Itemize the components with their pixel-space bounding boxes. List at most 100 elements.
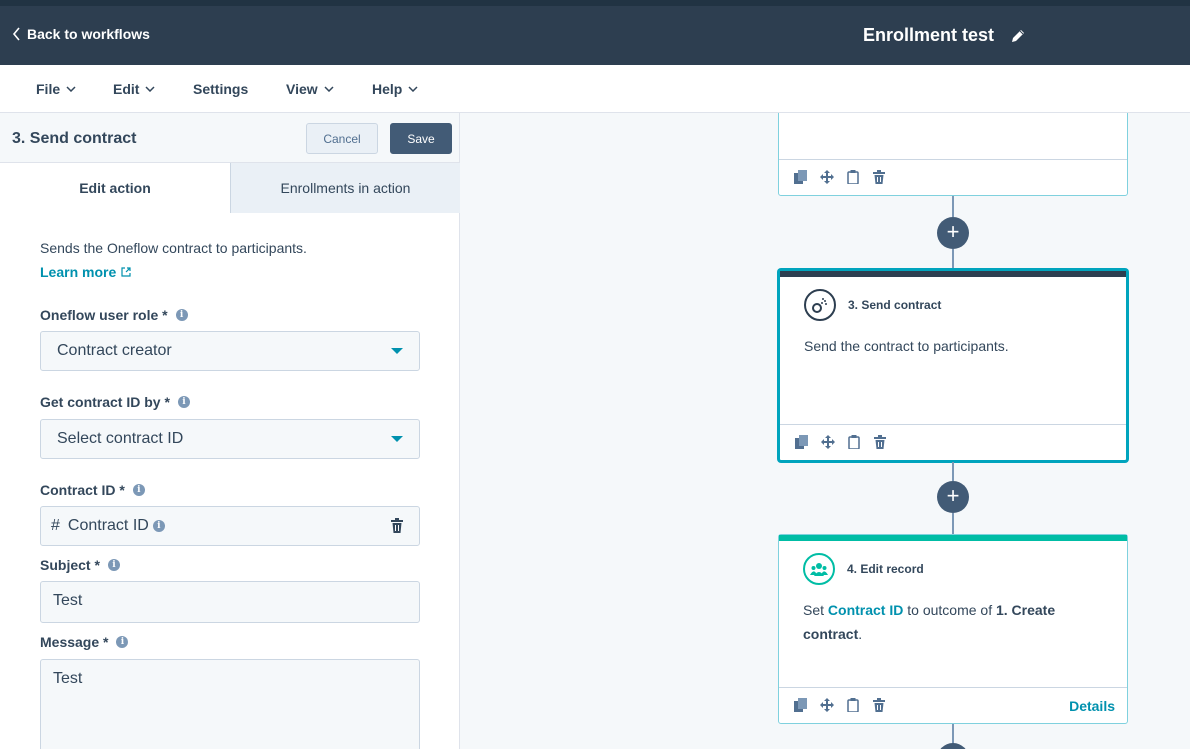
tab-edit-action[interactable]: Edit action	[0, 163, 230, 214]
menu-view[interactable]: View	[286, 81, 334, 97]
details-link[interactable]: Details	[1069, 698, 1115, 714]
info-icon[interactable]: i	[152, 520, 165, 532]
connector-line	[952, 249, 954, 269]
move-icon[interactable]	[820, 170, 834, 184]
clone-icon[interactable]	[794, 170, 808, 184]
chevron-down-icon	[66, 86, 76, 92]
connector-line	[952, 196, 954, 217]
card-description: Send the contract to participants.	[804, 338, 1009, 354]
user-role-label: Oneflow user role * i	[40, 307, 188, 323]
card-actions: Details	[779, 687, 1127, 723]
message-textarea[interactable]: Test	[40, 659, 420, 749]
back-to-workflows-link[interactable]: Back to workflows	[12, 26, 150, 42]
learn-more-label: Learn more	[40, 264, 117, 280]
info-icon[interactable]: i	[175, 309, 188, 321]
trash-icon[interactable]	[391, 518, 403, 533]
get-contract-id-label: Get contract ID by * i	[40, 394, 190, 410]
card-text-middle: to outcome of	[907, 602, 993, 618]
action-edit-panel: 3. Send contract Cancel Save Edit action…	[0, 113, 460, 749]
chevron-left-icon	[12, 27, 20, 41]
menu-bar: File Edit Settings View Help	[0, 65, 1190, 113]
workflow-card-previous[interactable]	[778, 113, 1128, 196]
clipboard-icon[interactable]	[846, 698, 860, 712]
add-action-button[interactable]	[937, 743, 969, 749]
menu-edit-label: Edit	[113, 81, 140, 97]
learn-more-link[interactable]: Learn more	[40, 264, 131, 280]
cancel-button[interactable]: Cancel	[306, 123, 378, 154]
add-action-button[interactable]: +	[937, 481, 969, 513]
chevron-down-icon	[324, 86, 334, 92]
pencil-icon[interactable]	[1010, 28, 1026, 44]
menu-edit[interactable]: Edit	[113, 81, 155, 97]
menu-file-label: File	[36, 81, 61, 97]
save-button[interactable]: Save	[390, 123, 452, 154]
get-contract-id-label-text: Get contract ID by *	[40, 394, 170, 410]
card-text-prefix: Set	[803, 602, 825, 618]
card-header: 4. Edit record	[803, 553, 924, 585]
card-text-suffix: .	[858, 626, 863, 642]
dropdown-caret-icon	[391, 436, 403, 442]
info-icon[interactable]: i	[116, 636, 129, 648]
card-accent-bar	[779, 535, 1127, 541]
chevron-down-icon	[145, 86, 155, 92]
info-icon[interactable]: i	[177, 396, 190, 408]
workflow-title-text: Enrollment test	[863, 25, 995, 45]
people-icon	[803, 553, 835, 585]
menu-settings-label: Settings	[193, 81, 249, 97]
move-icon[interactable]	[821, 435, 835, 449]
workflow-card-edit-record[interactable]: 4. Edit record Set Contract ID to outcom…	[778, 534, 1128, 724]
contract-id-label-text: Contract ID *	[40, 482, 125, 498]
menu-help-label: Help	[372, 81, 403, 97]
connector-line	[952, 462, 954, 481]
subject-input[interactable]: Test	[40, 581, 420, 623]
contract-id-label: Contract ID * i	[40, 482, 145, 498]
card-title: 3. Send contract	[848, 298, 942, 312]
menu-settings[interactable]: Settings	[193, 81, 248, 97]
contract-id-token: Contract ID	[67, 517, 149, 534]
info-icon[interactable]: i	[132, 484, 145, 496]
message-label: Message * i	[40, 634, 129, 650]
subject-label-text: Subject *	[40, 557, 100, 573]
oneflow-logo-icon	[804, 289, 836, 321]
workflow-title: Enrollment test	[863, 25, 1026, 46]
trash-icon[interactable]	[873, 435, 887, 449]
panel-tabs: Edit action Enrollments in action	[0, 163, 460, 214]
action-description: Sends the Oneflow contract to participan…	[40, 240, 307, 256]
chevron-down-icon	[408, 86, 418, 92]
trash-icon[interactable]	[872, 698, 886, 712]
card-text-token: Contract ID	[827, 602, 904, 618]
back-label: Back to workflows	[27, 26, 150, 42]
workflow-canvas[interactable]: + 3. Send contract Send the contract to …	[461, 113, 1190, 749]
card-actions	[779, 159, 1127, 195]
clone-icon[interactable]	[795, 435, 809, 449]
contract-id-field[interactable]: # Contract ID i	[40, 506, 420, 546]
card-actions	[780, 424, 1126, 460]
external-link-icon	[121, 267, 131, 277]
clone-icon[interactable]	[794, 698, 808, 712]
card-description: Set Contract ID to outcome of 1. Create …	[803, 598, 1087, 646]
user-role-value: Contract creator	[57, 342, 172, 359]
tab-enrollments-in-action[interactable]: Enrollments in action	[230, 163, 460, 213]
move-icon[interactable]	[820, 698, 834, 712]
info-icon[interactable]: i	[107, 559, 120, 571]
add-action-button[interactable]: +	[937, 217, 969, 249]
hash-icon: #	[51, 517, 60, 534]
user-role-label-text: Oneflow user role *	[40, 307, 168, 323]
top-bar: Back to workflows Enrollment test	[0, 0, 1190, 65]
clipboard-icon[interactable]	[847, 435, 861, 449]
message-label-text: Message *	[40, 634, 109, 650]
menu-file[interactable]: File	[36, 81, 76, 97]
clipboard-icon[interactable]	[846, 170, 860, 184]
user-role-select[interactable]: Contract creator	[40, 331, 420, 371]
card-accent-bar	[780, 271, 1126, 277]
connector-line	[952, 513, 954, 534]
menu-view-label: View	[286, 81, 318, 97]
trash-icon[interactable]	[872, 170, 886, 184]
panel-title: 3. Send contract	[12, 130, 137, 147]
get-contract-id-select[interactable]: Select contract ID	[40, 419, 420, 459]
card-header: 3. Send contract	[804, 289, 941, 321]
workflow-card-send-contract[interactable]: 3. Send contract Send the contract to pa…	[778, 269, 1128, 462]
subject-label: Subject * i	[40, 557, 120, 573]
menu-help[interactable]: Help	[372, 81, 418, 97]
panel-header: 3. Send contract Cancel Save	[0, 113, 459, 163]
